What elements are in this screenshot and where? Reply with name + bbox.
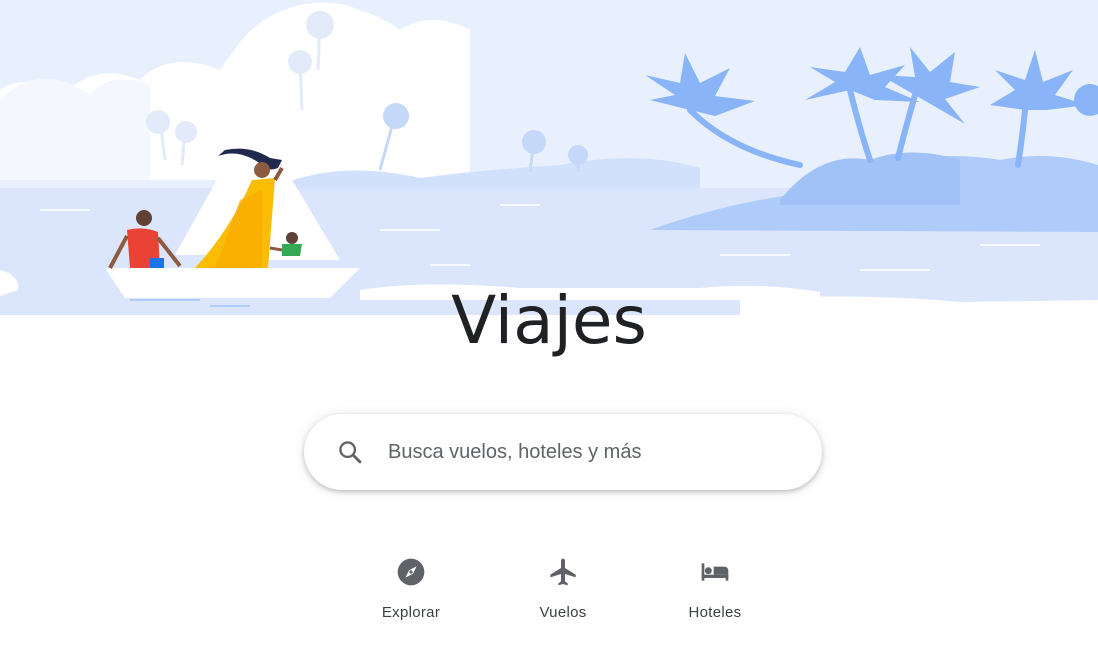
- nav-item-vuelos[interactable]: Vuelos: [508, 552, 618, 632]
- nav-item-label: Explorar: [381, 604, 441, 621]
- page-title: Viajes: [451, 282, 647, 359]
- travel-nav: Explorar Vuelos Hoteles: [0, 552, 1098, 632]
- search-input[interactable]: [386, 439, 810, 465]
- search-icon: [336, 438, 364, 466]
- nav-item-hoteles[interactable]: Hoteles: [660, 552, 770, 632]
- bed-icon: [699, 556, 731, 588]
- nav-item-explorar[interactable]: Explorar: [356, 552, 466, 632]
- search-box[interactable]: [304, 414, 822, 490]
- airplane-icon: [547, 556, 579, 588]
- compass-icon: [395, 556, 427, 588]
- nav-item-label: Vuelos: [539, 604, 587, 621]
- nav-item-label: Hoteles: [688, 604, 742, 621]
- travel-home-page: Viajes Explorar: [0, 0, 1098, 666]
